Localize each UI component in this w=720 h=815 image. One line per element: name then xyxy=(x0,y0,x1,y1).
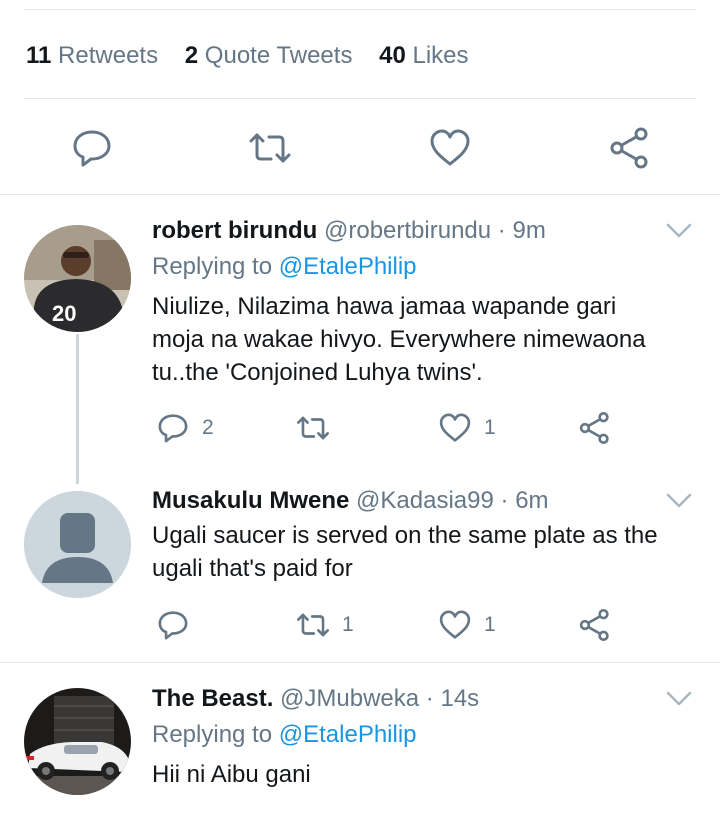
tweet-text-line: Ugali saucer is served on the same plate… xyxy=(152,522,658,549)
retweet-icon xyxy=(249,133,291,163)
display-name[interactable]: robert birundu xyxy=(152,217,317,244)
like-button[interactable]: 1 xyxy=(438,605,496,645)
tweet-text-line: tu..the 'Conjoined Luhya twins'. xyxy=(152,359,483,386)
user-handle[interactable]: @Kadasia99 xyxy=(356,487,494,514)
retweet-icon xyxy=(297,613,329,637)
reply-button[interactable]: 2 xyxy=(156,408,214,448)
display-name[interactable]: The Beast. xyxy=(152,685,273,712)
heart-icon xyxy=(439,413,471,442)
user-handle[interactable]: @JMubweka xyxy=(280,685,419,712)
share-icon xyxy=(579,412,609,444)
tweet-header: robert birundu @robertbirundu · 9m xyxy=(152,217,546,245)
share-icon xyxy=(610,127,648,169)
likes-label: Likes xyxy=(412,42,469,69)
separator-dot: · xyxy=(425,685,434,712)
mention-link[interactable]: @EtalePhilip xyxy=(279,253,417,280)
timestamp[interactable]: 6m xyxy=(515,487,548,514)
main-tweet-actions xyxy=(0,126,720,170)
replying-to: Replying to @EtalePhilip xyxy=(152,721,417,749)
reply-tweet[interactable]: 20 robert birundu @robertbirundu · 9m Re… xyxy=(0,195,720,465)
tweet-text-line: Hii ni Aibu gani xyxy=(152,761,311,788)
like-count: 1 xyxy=(484,613,496,636)
heart-icon xyxy=(430,129,470,166)
reply-tweet[interactable]: The Beast. @JMubweka · 14s Replying to @… xyxy=(0,663,720,815)
retweet-button[interactable] xyxy=(248,126,292,170)
share-button[interactable] xyxy=(578,408,612,448)
like-count: 1 xyxy=(484,416,496,439)
quotes-stat[interactable]: 2 Quote Tweets xyxy=(185,42,353,69)
display-name[interactable]: Musakulu Mwene xyxy=(152,487,349,514)
replying-to-label: Replying to xyxy=(152,721,273,748)
mention-link[interactable]: @EtalePhilip xyxy=(279,721,417,748)
quotes-count: 2 xyxy=(184,42,199,69)
retweet-icon xyxy=(297,416,329,440)
separator-dot: · xyxy=(497,217,506,244)
reply-count: 2 xyxy=(202,416,214,439)
thread-line xyxy=(76,334,79,484)
retweet-count: 1 xyxy=(342,613,354,636)
like-button[interactable]: 1 xyxy=(438,408,496,448)
likes-count: 40 xyxy=(379,42,406,69)
reply-tweet[interactable]: Musakulu Mwene @Kadasia99 · 6m Ugali sau… xyxy=(0,465,720,662)
avatar[interactable] xyxy=(24,491,131,598)
likes-stat[interactable]: 40 Likes xyxy=(379,42,468,69)
timestamp[interactable]: 14s xyxy=(440,685,479,712)
tweet-header: Musakulu Mwene @Kadasia99 · 6m xyxy=(152,487,549,515)
share-icon xyxy=(579,609,609,641)
separator-dot: · xyxy=(500,487,509,514)
chevron-down-icon[interactable] xyxy=(666,223,692,239)
avatar[interactable] xyxy=(24,688,131,795)
quotes-label: Quote Tweets xyxy=(204,42,353,69)
tweet-text: Ugali saucer is served on the same plate… xyxy=(152,519,692,585)
tweet-text: Niulize, Nilazima hawa jamaa wapande gar… xyxy=(152,290,692,389)
avatar[interactable]: 20 xyxy=(24,225,131,332)
retweets-count: 11 xyxy=(26,42,52,69)
retweet-button[interactable] xyxy=(296,408,342,448)
retweet-button[interactable]: 1 xyxy=(296,605,354,645)
share-button[interactable] xyxy=(578,605,612,645)
tweet-text-line: ugali that's paid for xyxy=(152,555,353,582)
reply-icon xyxy=(158,611,188,640)
reply-icon xyxy=(73,130,111,167)
timestamp[interactable]: 9m xyxy=(512,217,545,244)
tweet-text-line: moja na wakae hivyo. Everywhere nimewaon… xyxy=(152,326,646,353)
replying-to-label: Replying to xyxy=(152,253,273,280)
share-button[interactable] xyxy=(608,126,652,170)
tweet-text: Hii ni Aibu gani xyxy=(152,758,692,791)
reply-icon xyxy=(158,414,188,443)
top-divider xyxy=(24,9,696,10)
replying-to: Replying to @EtalePhilip xyxy=(152,253,417,281)
svg-text:20: 20 xyxy=(52,301,76,326)
tweet-text-line: Niulize, Nilazima hawa jamaa wapande gar… xyxy=(152,293,617,320)
like-button[interactable] xyxy=(428,126,472,170)
reply-button[interactable] xyxy=(70,126,114,170)
retweets-label: Retweets xyxy=(58,42,159,69)
stats-divider xyxy=(24,98,696,99)
retweets-stat[interactable]: 11 Retweets xyxy=(26,42,158,69)
chevron-down-icon[interactable] xyxy=(666,493,692,509)
tweet-header: The Beast. @JMubweka · 14s xyxy=(152,685,479,713)
reply-button[interactable] xyxy=(156,605,202,645)
chevron-down-icon[interactable] xyxy=(666,691,692,707)
heart-icon xyxy=(439,610,471,639)
tweet-stats: 11 Retweets 2 Quote Tweets 40 Likes xyxy=(26,42,489,70)
user-handle[interactable]: @robertbirundu xyxy=(324,217,491,244)
